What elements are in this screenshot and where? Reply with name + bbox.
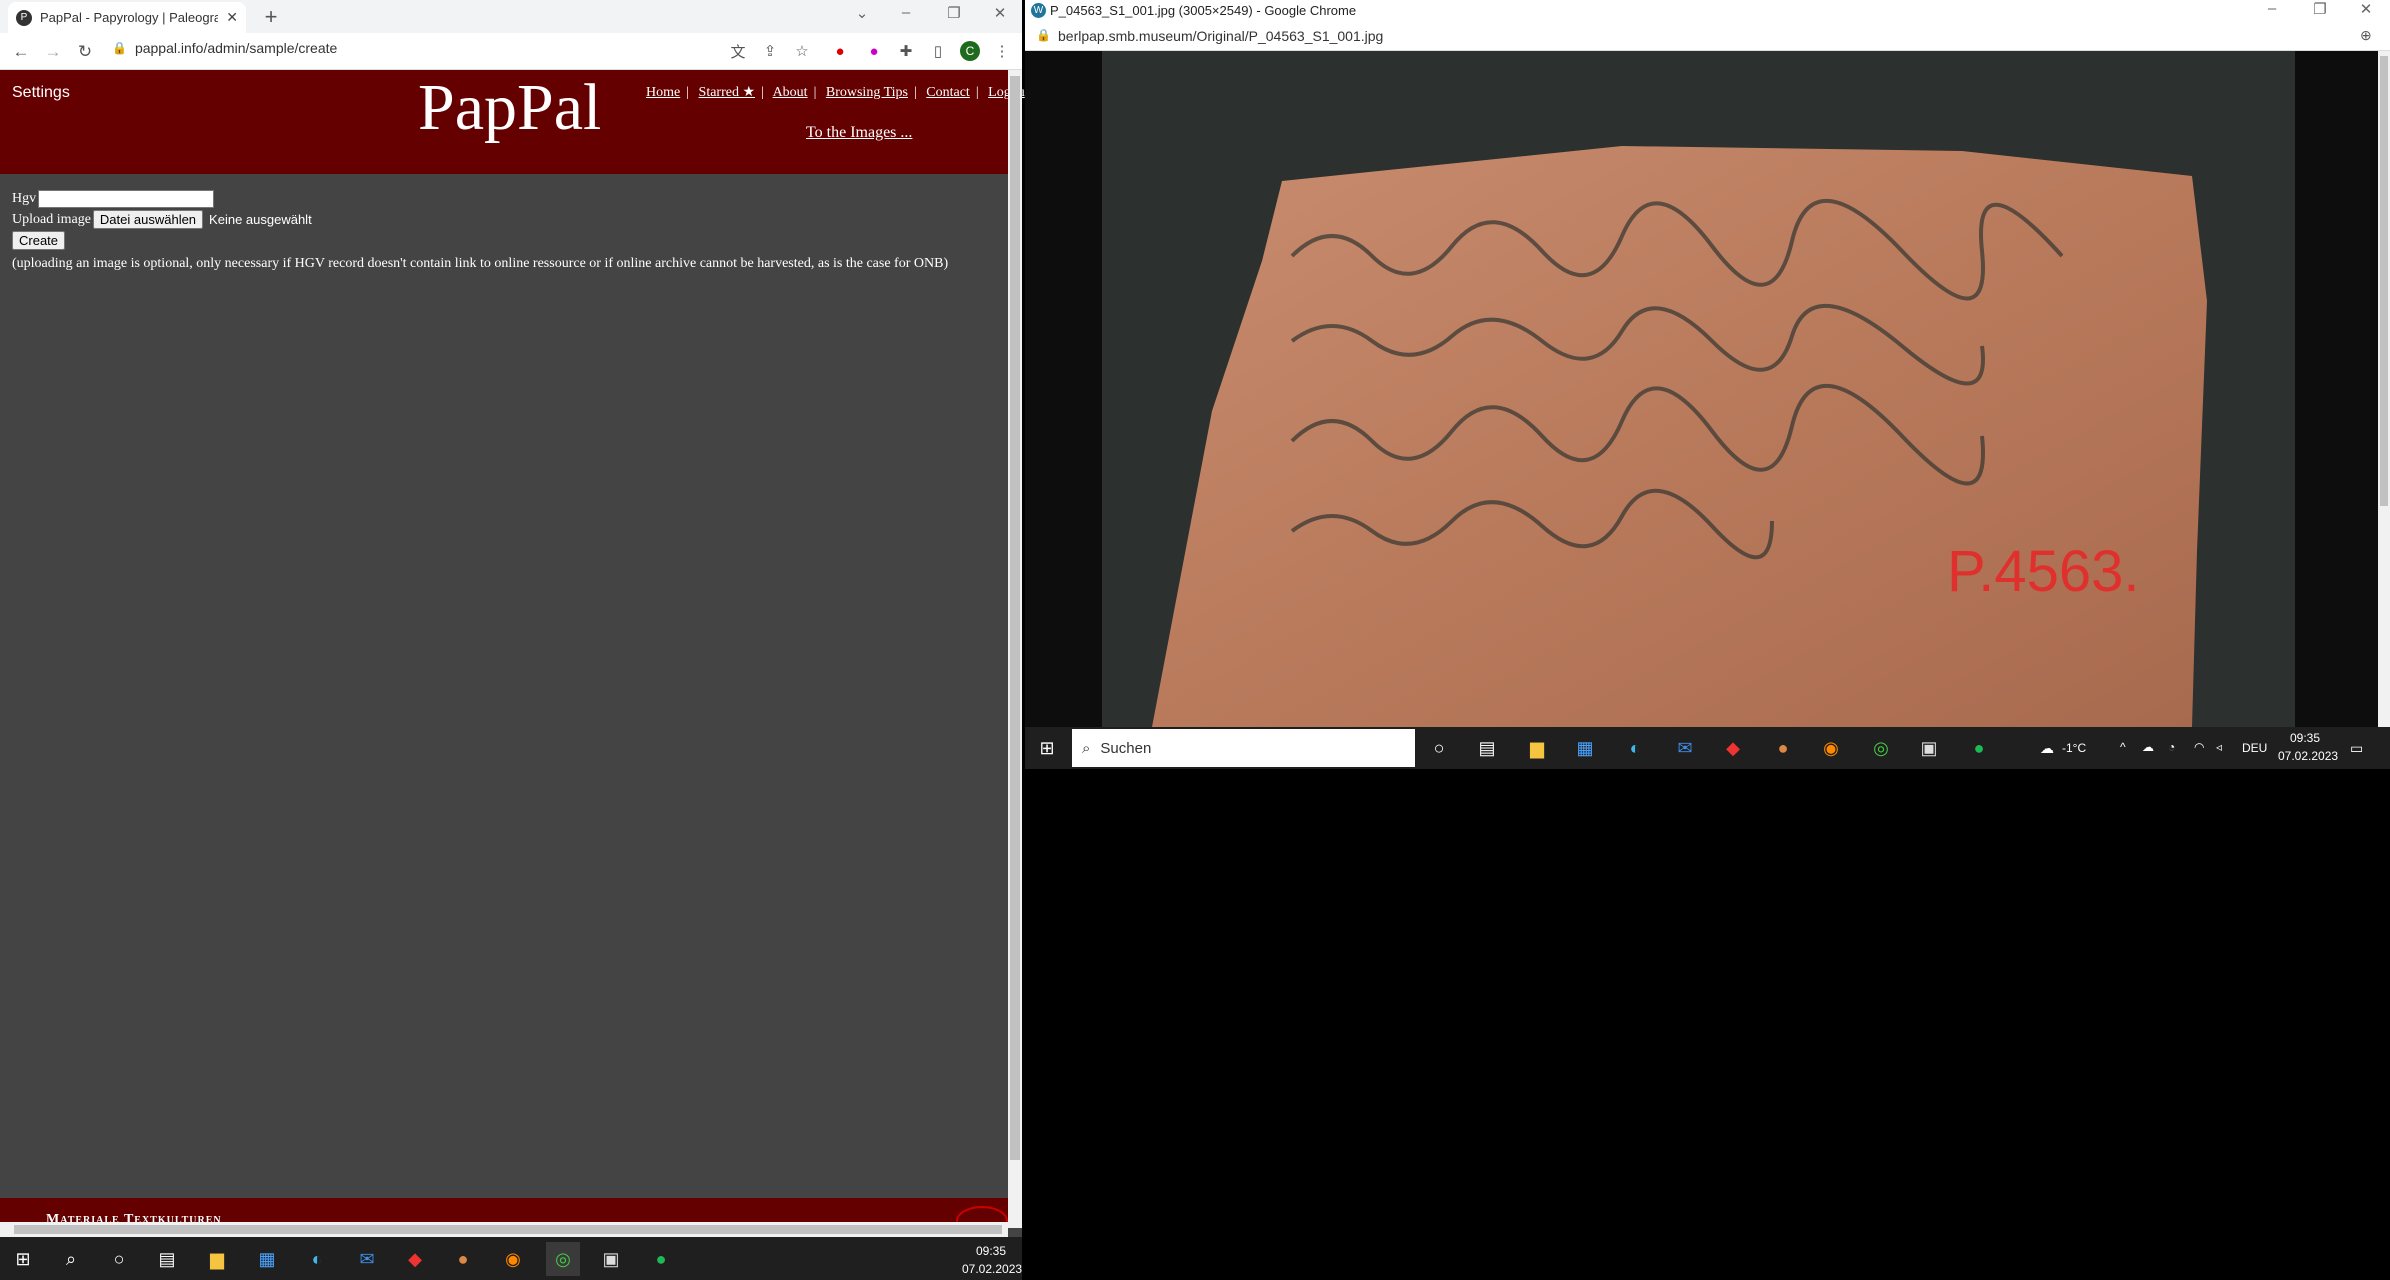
side-panel-icon[interactable]: ▯ (928, 41, 948, 61)
close-tab-icon[interactable]: ✕ (226, 9, 238, 26)
tray-chevron-icon[interactable]: ^ (2120, 740, 2126, 754)
address-text: pappal.info/admin/sample/create (134, 40, 338, 56)
powerpoint-icon-left[interactable]: ● (446, 1242, 480, 1276)
spotify-icon[interactable]: ● (1962, 731, 1996, 765)
firefox-icon-left[interactable]: ◉ (496, 1242, 530, 1276)
minimize-button[interactable]: – (886, 4, 926, 21)
acrobat-icon-left[interactable]: ◆ (398, 1242, 432, 1276)
firefox-icon[interactable]: ◉ (1814, 731, 1848, 765)
language-indicator[interactable]: DEU (2242, 741, 2267, 755)
new-tab-button[interactable]: + (258, 4, 284, 30)
zoom-icon[interactable]: ⊕ (2360, 27, 2372, 44)
right-window-title: P_04563_S1_001.jpg (3005×2549) - Google … (1050, 3, 1357, 18)
extension-icon[interactable]: ● (830, 41, 850, 61)
share-icon[interactable]: ⇪ (760, 41, 780, 61)
profile-avatar[interactable]: C (960, 41, 980, 61)
mail-icon[interactable]: ✉ (1668, 731, 1702, 765)
forward-icon[interactable]: → (42, 41, 64, 63)
create-sample-form: Hgv Upload image Datei auswählen Keine a… (12, 188, 948, 274)
search-icon-left[interactable]: ⌕ (54, 1242, 88, 1276)
powerpoint-icon[interactable]: ● (1766, 731, 1800, 765)
hgv-label: Hgv (12, 190, 37, 206)
wordpress-favicon-icon: W (1031, 3, 1046, 18)
vertical-scroll-thumb[interactable] (1010, 76, 1020, 1160)
tab-pappal[interactable]: P PapPal - Papyrology | Paleograph ✕ (8, 2, 246, 33)
pappal-favicon-icon: P (16, 9, 32, 26)
clock-date[interactable]: 07.02.2023 (2278, 749, 2338, 763)
weather-icon[interactable]: ☁ (2040, 740, 2054, 757)
to-images-link[interactable]: To the Images ... (806, 124, 912, 142)
right-lock-icon: 🔒 (1036, 28, 1051, 42)
lock-icon: 🔒 (112, 41, 127, 55)
close-window-button[interactable]: ✕ (980, 4, 1020, 22)
nav-contact[interactable]: Contact (926, 85, 970, 100)
pappal-logo[interactable]: PapPal (418, 70, 601, 146)
edge-icon[interactable]: ◐ (1618, 731, 1652, 765)
right-scroll-thumb[interactable] (2380, 56, 2388, 506)
acrobat-icon[interactable]: ◆ (1716, 731, 1750, 765)
right-minimize-button[interactable]: – (2252, 0, 2292, 17)
task-view-icon-left[interactable]: ▤ (150, 1242, 184, 1276)
menu-kebab-icon[interactable]: ⋮ (992, 41, 1012, 61)
nav-home[interactable]: Home (646, 85, 680, 100)
upload-note: (uploading an image is optional, only ne… (12, 255, 949, 271)
settings-link[interactable]: Settings (12, 84, 70, 102)
app-window-icon-left[interactable]: ▣ (594, 1242, 628, 1276)
nav-about[interactable]: About (773, 85, 808, 100)
cortana-icon-left[interactable]: ○ (102, 1242, 136, 1276)
weather-text[interactable]: -1°C (2062, 741, 2086, 755)
extensions-puzzle-icon[interactable]: ✚ (896, 41, 916, 61)
file-explorer-icon-left[interactable]: ▆ (200, 1242, 234, 1276)
reload-icon[interactable]: ↻ (74, 41, 96, 63)
choose-file-button[interactable]: Datei auswählen (92, 210, 204, 229)
search-placeholder: Suchen (1100, 739, 1152, 757)
task-view-icon[interactable]: ▤ (1470, 731, 1504, 765)
nav-browsing-tips[interactable]: Browsing Tips (826, 85, 908, 100)
back-icon[interactable]: ← (10, 41, 32, 63)
address-bar[interactable]: 🔒 pappal.info/admin/sample/create (112, 40, 337, 56)
ostracon-image: P.4563. (1102, 51, 2295, 727)
create-button[interactable]: Create (12, 231, 66, 250)
restore-button[interactable]: ❐ (934, 4, 974, 22)
volume-icon[interactable]: ◃ (2216, 740, 2222, 754)
sherd-inventory-label: P.4563. (1947, 539, 2139, 604)
edge-icon-left[interactable]: ◐ (300, 1242, 334, 1276)
right-close-button[interactable]: ✕ (2346, 0, 2386, 18)
file-explorer-icon[interactable]: ▆ (1520, 731, 1554, 765)
search-icon: ⌕ (1082, 739, 1091, 757)
right-restore-button[interactable]: ❐ (2300, 0, 2340, 18)
upload-label: Upload image (12, 211, 91, 227)
clock-time[interactable]: 09:35 (2290, 731, 2320, 745)
translate-icon[interactable]: 文 (728, 41, 748, 61)
spotify-icon-left[interactable]: ● (644, 1242, 678, 1276)
no-file-text: Keine ausgewählt (209, 212, 312, 227)
clock-date-left[interactable]: 07.02.2023 (962, 1262, 1022, 1276)
wifi-icon[interactable]: ◠ (2194, 740, 2204, 754)
mail-icon-left[interactable]: ✉ (350, 1242, 384, 1276)
hgv-input[interactable] (38, 189, 215, 208)
right-address-text: berlpap.smb.museum/Original/P_04563_S1_0… (1058, 28, 1384, 44)
nav-starred[interactable]: Starred ★ (699, 85, 755, 100)
bookmark-star-icon[interactable]: ☆ (792, 41, 812, 61)
tab-title: PapPal - Papyrology | Paleograph (40, 10, 219, 25)
clock-time-left[interactable]: 09:35 (976, 1244, 1006, 1258)
horizontal-scroll-thumb[interactable] (14, 1225, 1002, 1234)
store-icon-left[interactable]: ▦ (250, 1242, 284, 1276)
app-window-icon[interactable]: ▣ (1912, 731, 1946, 765)
extension-icon-2[interactable]: ● (864, 41, 884, 61)
network-icon[interactable]: ◔ (2168, 740, 2175, 754)
start-windows-icon-left[interactable]: ⊞ (6, 1242, 40, 1276)
chrome-icon[interactable]: ◎ (1864, 731, 1898, 765)
cortana-icon[interactable]: ○ (1422, 731, 1456, 765)
chrome-icon-left[interactable]: ◎ (546, 1242, 580, 1276)
main-nav: Home | Starred ★ | About | Browsing Tips | C… (646, 85, 1025, 100)
tab-search-icon[interactable]: ⌄ (842, 4, 882, 22)
taskbar-search[interactable]: ⌕ Suchen (1072, 729, 1415, 767)
store-icon[interactable]: ▦ (1568, 731, 1602, 765)
left-browser-window (0, 0, 1022, 1237)
start-windows-icon[interactable]: ⊞ (1030, 731, 1064, 765)
notifications-icon[interactable]: ▭ (2350, 740, 2363, 757)
ostracon-photo: P.4563. (1102, 51, 2295, 727)
onedrive-icon[interactable]: ☁ (2142, 740, 2154, 754)
